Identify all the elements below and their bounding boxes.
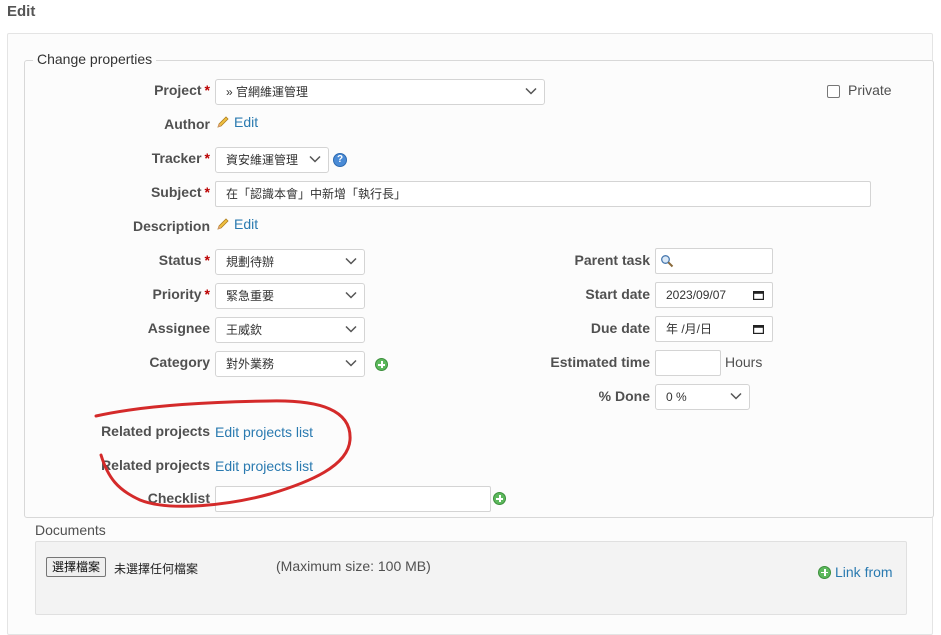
max-size-text: (Maximum size: 100 MB) xyxy=(276,558,431,574)
done-label: % Done xyxy=(598,388,650,404)
start-date-input[interactable]: 2023/09/07 xyxy=(655,282,773,308)
tracker-select[interactable]: 資安維運管理 xyxy=(215,147,329,173)
description-edit-link[interactable]: Edit xyxy=(216,216,258,232)
category-select-value: 對外業務 xyxy=(226,357,275,371)
chevron-down-icon xyxy=(345,257,357,265)
description-label: Description xyxy=(132,218,210,234)
calendar-icon[interactable] xyxy=(753,290,764,300)
subject-label: Subject * xyxy=(150,184,210,200)
estimated-time-label: Estimated time xyxy=(550,354,650,370)
checklist-input[interactable] xyxy=(215,486,491,512)
chevron-down-icon xyxy=(345,359,357,367)
choose-file-button[interactable]: 選擇檔案 xyxy=(46,557,107,577)
start-date-label: Start date xyxy=(585,286,650,302)
search-icon xyxy=(661,255,674,268)
done-select[interactable]: 0 % xyxy=(655,384,750,410)
priority-select[interactable]: 緊急重要 xyxy=(215,283,365,309)
hours-unit-label: Hours xyxy=(725,354,763,370)
project-label: Project * xyxy=(154,82,210,98)
edit-projects-list-link[interactable]: Edit projects list xyxy=(215,424,313,440)
project-select-value: » 官網維運管理 xyxy=(226,85,309,99)
author-label: Author xyxy=(164,116,210,132)
estimated-time-input[interactable] xyxy=(655,350,721,376)
author-edit-link[interactable]: Edit xyxy=(216,114,258,130)
category-select[interactable]: 對外業務 xyxy=(215,351,365,377)
page-title: Edit xyxy=(7,3,36,20)
add-category-plus-icon[interactable] xyxy=(375,358,388,371)
status-label: Status * xyxy=(158,252,210,268)
related-projects-label-2: Related projects xyxy=(101,457,210,473)
assignee-label: Assignee xyxy=(147,320,210,336)
assignee-select-value: 王威欽 xyxy=(226,323,263,337)
done-select-value: 0 % xyxy=(666,390,687,404)
priority-label: Priority * xyxy=(152,286,210,302)
add-checklist-plus-icon[interactable] xyxy=(493,492,506,505)
checklist-label: Checklist xyxy=(147,490,210,506)
project-select[interactable]: » 官網維運管理 xyxy=(215,79,545,105)
help-icon[interactable]: ? xyxy=(333,153,347,167)
chevron-down-icon xyxy=(345,291,357,299)
status-select[interactable]: 規劃待辦 xyxy=(215,249,365,275)
calendar-icon[interactable] xyxy=(753,324,764,334)
chevron-down-icon xyxy=(730,392,742,400)
edit-projects-list-link-2[interactable]: Edit projects list xyxy=(215,458,313,474)
category-label: Category xyxy=(149,354,210,370)
due-date-label: Due date xyxy=(590,320,650,336)
tracker-select-value: 資安維運管理 xyxy=(226,153,299,167)
private-label: Private xyxy=(848,82,892,98)
private-checkbox[interactable] xyxy=(827,85,840,98)
status-select-value: 規劃待辦 xyxy=(226,255,275,269)
due-date-input[interactable]: 年 /月/日 xyxy=(655,316,773,342)
parent-task-label: Parent task xyxy=(574,252,650,268)
related-projects-label: Related projects xyxy=(101,423,210,439)
fieldset-legend: Change properties xyxy=(33,51,157,67)
documents-area xyxy=(35,541,907,615)
documents-label: Documents xyxy=(35,522,106,538)
assignee-select[interactable]: 王威欽 xyxy=(215,317,365,343)
pencil-icon xyxy=(217,218,229,230)
tracker-label: Tracker * xyxy=(151,150,210,166)
chevron-down-icon xyxy=(345,325,357,333)
priority-select-value: 緊急重要 xyxy=(226,289,275,303)
chevron-down-icon xyxy=(525,87,537,95)
pencil-icon xyxy=(217,116,229,128)
link-from-link[interactable]: Link from xyxy=(818,564,893,580)
subject-input[interactable]: 在「認識本會」中新增「執行長」 xyxy=(215,181,871,207)
chevron-down-icon xyxy=(309,155,321,163)
link-from-plus-icon xyxy=(818,565,831,579)
parent-task-input[interactable] xyxy=(655,248,773,274)
no-file-chosen-text: 未選擇任何檔案 xyxy=(114,562,199,576)
